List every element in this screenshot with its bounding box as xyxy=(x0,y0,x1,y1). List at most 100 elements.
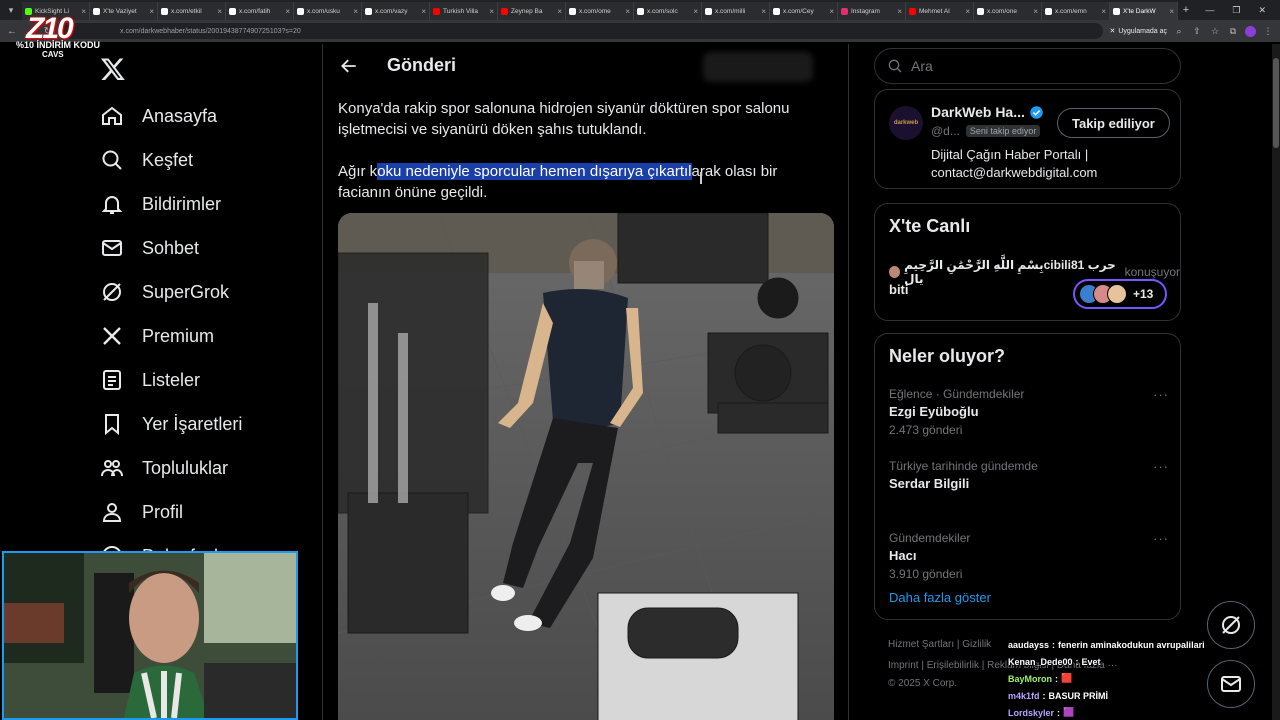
more-options-icon[interactable]: ··· xyxy=(1153,531,1169,546)
nav-item-x[interactable]: Premium xyxy=(100,318,214,354)
tab-title: Instagram xyxy=(851,7,880,15)
post-media-image[interactable] xyxy=(338,213,834,720)
nav-item-list[interactable]: Listeler xyxy=(100,362,200,398)
back-arrow-icon[interactable] xyxy=(339,56,359,76)
tab-favicon-icon xyxy=(501,7,508,15)
trend-item[interactable]: Eğlence · Gündemdekiler Ezgi Eyüboğlu 2.47… xyxy=(889,387,1169,437)
browser-tab[interactable]: X'te DarkW × xyxy=(1110,2,1178,20)
nav-item-bookmark[interactable]: Yer İşaretleri xyxy=(100,406,242,442)
url-field[interactable]: x.com/darkwebhaber/status/20019438774907… xyxy=(60,23,1104,39)
tab-close-icon[interactable]: × xyxy=(1101,7,1106,16)
tab-close-icon[interactable]: × xyxy=(897,7,902,16)
messages-fab-button[interactable] xyxy=(1207,660,1255,708)
nav-item-mail[interactable]: Sohbet xyxy=(100,230,199,266)
maximize-icon[interactable]: ❐ xyxy=(1232,5,1240,16)
open-in-app-chip[interactable]: ✕ Uygulamada aç xyxy=(1109,27,1167,36)
tab-close-icon[interactable]: × xyxy=(149,7,154,16)
browser-tab[interactable]: Turkish Villa × xyxy=(430,2,498,20)
nav-item-profile[interactable]: Profil xyxy=(100,494,183,530)
nav-item-communities[interactable]: Topluluklar xyxy=(100,450,228,486)
search-placeholder: Ara xyxy=(911,58,933,74)
tab-close-icon[interactable]: × xyxy=(489,7,494,16)
show-more-link[interactable]: Daha fazla göster xyxy=(889,590,991,605)
tab-close-icon[interactable]: × xyxy=(557,7,562,16)
account-card: darkweb DarkWeb Ha... @d... Seni takip e… xyxy=(874,89,1181,189)
column-divider-right xyxy=(848,44,849,720)
menu-icon[interactable]: ⋮ xyxy=(1262,26,1274,37)
tab-close-icon[interactable]: × xyxy=(285,7,290,16)
search-input[interactable]: Ara xyxy=(874,48,1181,84)
tab-title: x.com/fatih xyxy=(239,7,271,15)
tab-favicon-icon xyxy=(297,7,304,15)
nav-item-bell[interactable]: Bildirimler xyxy=(100,186,221,222)
nav-item-home[interactable]: Anasayfa xyxy=(100,98,217,134)
trend-post-count: 3.910 gönderi xyxy=(889,567,963,581)
live-listeners-pill[interactable]: +13 xyxy=(1073,279,1167,309)
tab-close-icon[interactable]: × xyxy=(217,7,222,16)
chat-username: m4k1fd xyxy=(1008,690,1040,701)
tab-close-icon[interactable]: × xyxy=(1169,7,1174,16)
tab-title: x.com/solc xyxy=(647,7,678,15)
close-window-icon[interactable]: ✕ xyxy=(1258,5,1266,16)
chat-message: m4k1fd: BASUR PRİMİ xyxy=(1008,687,1218,704)
browser-tab[interactable]: x.com/solc × xyxy=(634,2,702,20)
scrollbar-thumb[interactable] xyxy=(1273,58,1279,148)
footer-copyright: © 2025 X Corp. xyxy=(888,678,958,689)
more-options-icon[interactable]: ··· xyxy=(1153,387,1169,402)
profile-avatar[interactable] xyxy=(1245,25,1256,37)
page-scrollbar[interactable] xyxy=(1272,44,1280,720)
nav-item-label: Keşfet xyxy=(142,149,194,170)
chat-message: Lordskyler: 🟪 xyxy=(1008,704,1218,720)
star-icon[interactable]: ☆ xyxy=(1209,26,1221,37)
tab-close-icon[interactable]: × xyxy=(1033,7,1038,16)
trend-post-count: 2.473 gönderi xyxy=(889,423,963,437)
browser-tab[interactable]: x.com/Cey × xyxy=(770,2,838,20)
text-cursor xyxy=(700,172,702,184)
tab-close-icon[interactable]: × xyxy=(693,7,698,16)
following-button[interactable]: Takip ediliyor xyxy=(1057,108,1170,138)
trend-item[interactable]: Gündemdekiler Hacı 3.910 gönderi ··· xyxy=(889,531,1169,581)
browser-tab[interactable]: Mehmet Al × xyxy=(906,2,974,20)
tab-close-icon[interactable]: × xyxy=(829,7,834,16)
minimize-icon[interactable]: — xyxy=(1205,5,1214,16)
browser-tab[interactable]: x.com/milli × xyxy=(702,2,770,20)
browser-tab[interactable]: x.com/emn × xyxy=(1042,2,1110,20)
x-logo-icon[interactable] xyxy=(100,56,126,82)
nav-item-search[interactable]: Keşfet xyxy=(100,142,193,178)
tab-close-icon[interactable]: × xyxy=(625,7,630,16)
footer-line-1[interactable]: Hizmet Şartları | Gizlilik xyxy=(888,639,991,650)
browser-tab[interactable]: Zeynep Ba × xyxy=(498,2,566,20)
share-icon[interactable]: ⇪ xyxy=(1191,26,1203,37)
browser-tab[interactable]: x.com/one × xyxy=(974,2,1042,20)
tab-close-icon[interactable]: × xyxy=(421,7,426,16)
account-handle-row: @d... Seni takip ediyor xyxy=(931,124,1041,138)
browser-tab[interactable]: Instagram × xyxy=(838,2,906,20)
more-options-icon[interactable]: ··· xyxy=(1153,459,1169,474)
verified-badge-icon xyxy=(1030,105,1043,119)
tab-close-icon[interactable]: × xyxy=(761,7,766,16)
browser-tab[interactable]: x.com/usku × xyxy=(294,2,362,20)
tab-favicon-icon xyxy=(569,7,576,15)
open-in-app-label: Uygulamada aç xyxy=(1118,27,1167,35)
browser-tab[interactable]: x.com/fatih × xyxy=(226,2,294,20)
browser-tab[interactable]: x.com/ome × xyxy=(566,2,634,20)
stream-chat-overlay: aaudayss: fenerin aminakodukun avrupalila… xyxy=(1008,636,1218,720)
nav-item-grok[interactable]: SuperGrok xyxy=(100,274,229,310)
browser-tab[interactable]: X'te Vaziyet × xyxy=(90,2,158,20)
live-card[interactable]: X'te Canlı بِسْمِ اللَّهِ الرَّحْمَٰنِ ا… xyxy=(874,203,1181,321)
browser-tab[interactable]: x.com/etkil × xyxy=(158,2,226,20)
account-avatar[interactable]: darkweb xyxy=(889,106,923,140)
bookmark-icon xyxy=(105,414,119,436)
trend-item[interactable]: Türkiye tarihinde gündemde Serdar Bilgili… xyxy=(889,459,1169,491)
account-name-row[interactable]: DarkWeb Ha... xyxy=(931,104,1044,120)
tab-close-icon[interactable]: × xyxy=(353,7,358,16)
new-tab-button[interactable]: + xyxy=(1178,4,1194,16)
tab-title: x.com/one xyxy=(987,7,1017,15)
grok-fab-button[interactable] xyxy=(1207,601,1255,649)
live-talking-label: konuşuyor xyxy=(1124,265,1180,279)
tab-close-icon[interactable]: × xyxy=(965,7,970,16)
browser-tab[interactable]: x.com/vazy × xyxy=(362,2,430,20)
listener-count: +13 xyxy=(1133,287,1154,301)
extensions-icon[interactable]: ⧉ xyxy=(1227,26,1239,37)
zoom-icon[interactable]: ⌕ xyxy=(1173,26,1185,37)
